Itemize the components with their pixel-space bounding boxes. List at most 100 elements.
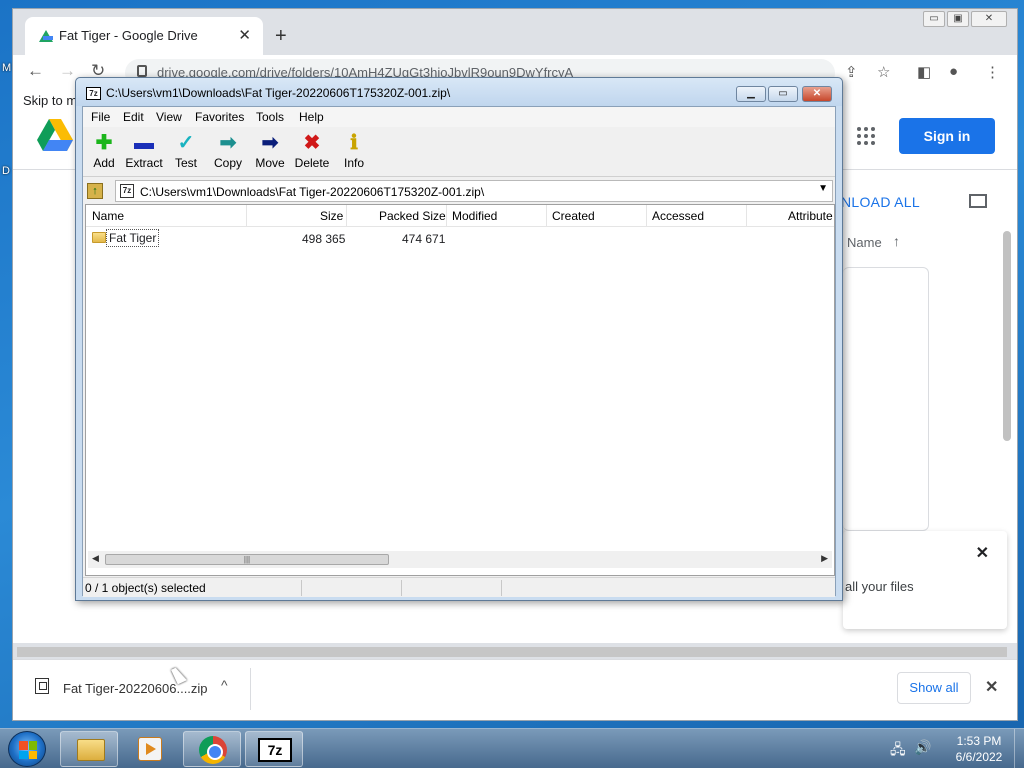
add-label: Add xyxy=(93,156,115,170)
sort-direction-icon[interactable]: ↑ xyxy=(893,233,900,249)
clock-time: 1:53 PM xyxy=(956,734,1002,748)
browser-tab[interactable]: Fat Tiger - Google Drive ✕ xyxy=(25,17,263,55)
sevenzip-titlebar[interactable]: 7z C:\Users\vm1\Downloads\Fat Tiger-2022… xyxy=(76,78,842,106)
menu-help[interactable]: Help xyxy=(299,110,324,124)
minimize-button[interactable]: ▁ xyxy=(736,86,766,102)
delete-label: Delete xyxy=(294,156,330,170)
back-arrow-icon[interactable]: ← xyxy=(27,61,44,81)
path-text: C:\Users\vm1\Downloads\Fat Tiger-2022060… xyxy=(140,185,485,199)
address-row: ↑ 7z C:\Users\vm1\Downloads\Fat Tiger-20… xyxy=(83,179,835,203)
chrome-icon xyxy=(199,736,227,764)
column-header-modified[interactable]: Modified xyxy=(452,209,497,223)
row-name[interactable]: Fat Tiger xyxy=(106,229,160,247)
row-packed-size: 474 671 xyxy=(402,232,446,246)
info-button[interactable]: ℹ Info xyxy=(333,130,375,176)
extract-label: Extract xyxy=(125,156,163,170)
extract-button[interactable]: ▬ Extract xyxy=(123,130,165,176)
delete-button[interactable]: ✖ Delete xyxy=(291,130,333,176)
share-icon[interactable]: ⇪ xyxy=(845,63,858,81)
add-button[interactable]: ✚ Add xyxy=(83,130,125,176)
download-all-button[interactable]: NLOAD ALL xyxy=(841,194,920,210)
archive-icon: 7z xyxy=(120,184,134,198)
sort-by-name[interactable]: Name xyxy=(847,235,882,250)
maximize-button[interactable]: ▣ xyxy=(947,11,969,27)
close-button[interactable]: ✕ xyxy=(802,86,832,102)
kebab-menu-icon[interactable]: ⋮ xyxy=(985,63,1000,81)
taskbar-chrome[interactable] xyxy=(183,731,241,767)
move-icon: ➡ xyxy=(261,132,279,154)
status-text: 0 / 1 object(s) selected xyxy=(85,581,206,595)
maximize-button[interactable]: ▭ xyxy=(768,86,798,102)
column-header-name[interactable]: Name xyxy=(92,209,124,223)
horizontal-scrollbar[interactable] xyxy=(17,647,1007,657)
volume-icon[interactable]: 🔊 xyxy=(914,739,931,756)
path-combobox[interactable]: 7z C:\Users\vm1\Downloads\Fat Tiger-2022… xyxy=(115,180,833,202)
menu-edit[interactable]: Edit xyxy=(123,110,144,124)
divider xyxy=(250,668,251,710)
column-header-packed-size[interactable]: Packed Size xyxy=(379,209,446,223)
chrome-window-controls: ▭ ▣ ✕ xyxy=(923,11,1007,27)
move-label: Move xyxy=(255,156,285,170)
column-headers: Name Size Packed Size Modified Created A… xyxy=(86,205,834,227)
menu-file[interactable]: File xyxy=(91,110,110,124)
taskbar-media-player[interactable] xyxy=(120,731,178,767)
horizontal-scrollbar[interactable]: ◀ ||| ▶ xyxy=(88,551,832,568)
desktop-icon-label: D xyxy=(2,165,10,177)
start-button[interactable] xyxy=(8,731,46,767)
column-header-attributes[interactable]: Attribute xyxy=(788,209,833,223)
menu-view[interactable]: View xyxy=(156,110,182,124)
column-header-size[interactable]: Size xyxy=(320,209,343,223)
clock[interactable]: 1:53 PM 6/6/2022 xyxy=(948,733,1010,765)
new-tab-button[interactable]: + xyxy=(275,25,287,48)
menu-bar: File Edit View Favorites Tools Help xyxy=(83,107,835,127)
lock-icon xyxy=(137,65,147,77)
skip-link[interactable]: Skip to m xyxy=(23,93,77,108)
file-card[interactable] xyxy=(843,267,929,531)
toast-close-icon[interactable]: ✕ xyxy=(976,543,989,563)
move-button[interactable]: ➡ Move xyxy=(249,130,291,176)
show-all-button[interactable]: Show all xyxy=(897,672,971,704)
close-window-button[interactable]: ✕ xyxy=(971,11,1007,27)
info-icon: ℹ xyxy=(350,132,358,154)
scroll-thumb[interactable]: ||| xyxy=(105,554,389,565)
list-view-icon[interactable] xyxy=(969,194,987,208)
download-item-name[interactable]: Fat Tiger-20220606....zip xyxy=(63,681,208,696)
bookmark-star-icon[interactable]: ☆ xyxy=(877,63,890,81)
forward-arrow-icon[interactable]: → xyxy=(59,61,76,81)
profile-avatar-icon[interactable]: ● xyxy=(949,63,958,80)
sevenzip-icon: 7z xyxy=(258,738,292,762)
toolbar: ✚ Add ▬ Extract ✓ Test ➡ Copy ➡ Move ✖ D… xyxy=(83,127,835,177)
taskbar-explorer[interactable] xyxy=(60,731,118,767)
folder-icon xyxy=(92,232,106,243)
copy-button[interactable]: ➡ Copy xyxy=(207,130,249,176)
chevron-up-icon[interactable]: ^ xyxy=(221,677,228,693)
table-row[interactable]: Fat Tiger 498 365 474 671 xyxy=(86,228,834,248)
google-drive-favicon-icon xyxy=(39,30,53,42)
side-panel-icon[interactable]: ◧ xyxy=(917,63,931,81)
column-header-accessed[interactable]: Accessed xyxy=(652,209,704,223)
menu-favorites[interactable]: Favorites xyxy=(195,110,244,124)
scroll-right-icon[interactable]: ▶ xyxy=(821,553,828,564)
page-scrollbar[interactable] xyxy=(1003,231,1011,441)
test-button[interactable]: ✓ Test xyxy=(165,130,207,176)
taskbar-sevenzip[interactable]: 7z xyxy=(245,731,303,767)
test-icon: ✓ xyxy=(177,132,195,154)
show-desktop-button[interactable] xyxy=(1014,729,1024,768)
google-apps-grid-icon[interactable] xyxy=(857,127,875,145)
network-icon[interactable]: 🖧 xyxy=(890,739,906,763)
scroll-left-icon[interactable]: ◀ xyxy=(92,553,99,564)
media-player-icon xyxy=(138,737,162,761)
sevenzip-window: 7z C:\Users\vm1\Downloads\Fat Tiger-2022… xyxy=(75,77,843,601)
desktop-icon-label: M xyxy=(2,62,12,74)
column-header-created[interactable]: Created xyxy=(552,209,595,223)
extract-icon: ▬ xyxy=(134,132,154,154)
sign-in-button[interactable]: Sign in xyxy=(899,118,995,154)
menu-tools[interactable]: Tools xyxy=(256,110,284,124)
copy-icon: ➡ xyxy=(219,132,237,154)
close-shelf-icon[interactable]: ✕ xyxy=(985,677,998,697)
folder-up-icon[interactable]: ↑ xyxy=(87,183,103,199)
minimize-button[interactable]: ▭ xyxy=(923,11,945,27)
tab-close-icon[interactable]: ✕ xyxy=(238,26,251,44)
dropdown-arrow-icon[interactable]: ▼ xyxy=(818,183,828,194)
sevenzip-client: File Edit View Favorites Tools Help ✚ Ad… xyxy=(82,106,836,597)
